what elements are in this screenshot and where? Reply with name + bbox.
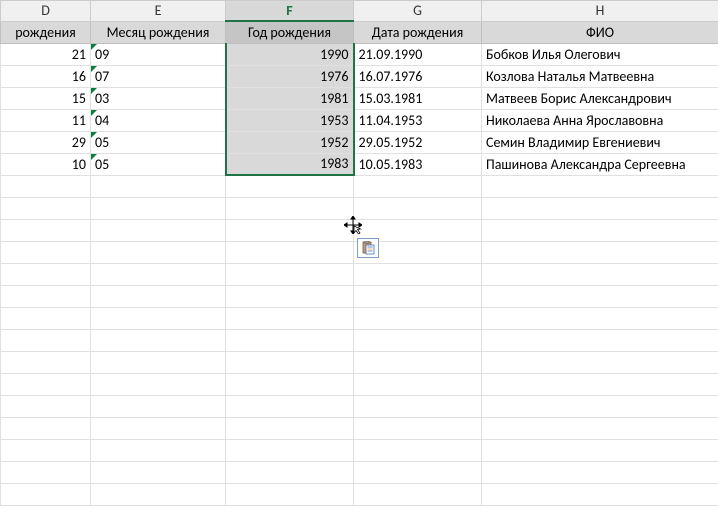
table-row: 15 03 1981 15.03.1981 Матвеев Борис Алек… bbox=[1, 87, 718, 109]
column-header-G[interactable]: G bbox=[354, 1, 482, 22]
table-row bbox=[1, 263, 718, 285]
cell[interactable]: 1983 bbox=[226, 153, 354, 175]
cell[interactable]: Николаева Анна Ярославовна bbox=[482, 109, 718, 131]
column-letter-row: D E F G H bbox=[1, 1, 718, 22]
column-header-E[interactable]: E bbox=[91, 1, 226, 22]
cell[interactable]: 16.07.1976 bbox=[354, 65, 482, 87]
table-row bbox=[1, 395, 718, 417]
cell[interactable]: 29 bbox=[1, 131, 91, 153]
cell[interactable]: 09 bbox=[91, 43, 226, 65]
cell[interactable]: 03 bbox=[91, 87, 226, 109]
cell[interactable]: Козлова Наталья Матвеевна bbox=[482, 65, 718, 87]
cell[interactable]: Семин Владимир Евгениевич bbox=[482, 131, 718, 153]
cell[interactable]: 05 bbox=[91, 153, 226, 175]
table-row bbox=[1, 417, 718, 439]
table-row bbox=[1, 483, 718, 505]
cell[interactable]: 29.05.1952 bbox=[354, 131, 482, 153]
cell[interactable]: 21.09.1990 bbox=[354, 43, 482, 65]
cell[interactable]: 1953 bbox=[226, 109, 354, 131]
header-D[interactable]: рождения bbox=[1, 21, 91, 43]
table-header-row: рождения Месяц рождения Год рождения Дат… bbox=[1, 21, 718, 43]
column-header-F[interactable]: F bbox=[226, 1, 354, 22]
cell[interactable]: 04 bbox=[91, 109, 226, 131]
cell[interactable]: 1952 bbox=[226, 131, 354, 153]
table-row: 16 07 1976 16.07.1976 Козлова Наталья Ма… bbox=[1, 65, 718, 87]
table-row bbox=[1, 439, 718, 461]
cell[interactable]: Бобков Илья Олегович bbox=[482, 43, 718, 65]
table-row bbox=[1, 285, 718, 307]
cell[interactable]: 1990 bbox=[226, 43, 354, 65]
table-row bbox=[1, 461, 718, 483]
header-F[interactable]: Год рождения bbox=[226, 21, 354, 43]
cell[interactable]: 1981 bbox=[226, 87, 354, 109]
table-row bbox=[1, 329, 718, 351]
cell[interactable]: 10 bbox=[1, 153, 91, 175]
column-header-D[interactable]: D bbox=[1, 1, 91, 22]
header-G[interactable]: Дата рождения bbox=[354, 21, 482, 43]
cell[interactable]: 11.04.1953 bbox=[354, 109, 482, 131]
table-row: 21 09 1990 21.09.1990 Бобков Илья Олегов… bbox=[1, 43, 718, 65]
table-row bbox=[1, 175, 718, 197]
cell[interactable]: 07 bbox=[91, 65, 226, 87]
table-row bbox=[1, 351, 718, 373]
cell[interactable]: 15.03.1981 bbox=[354, 87, 482, 109]
cell[interactable]: Пашинова Александра Сергеевна bbox=[482, 153, 718, 175]
cell[interactable]: 21 bbox=[1, 43, 91, 65]
header-H[interactable]: ФИО bbox=[482, 21, 718, 43]
table-row bbox=[1, 197, 718, 219]
table-row: 10 05 1983 10.05.1983 Пашинова Александр… bbox=[1, 153, 718, 175]
table-row bbox=[1, 373, 718, 395]
table-row: 29 05 1952 29.05.1952 Семин Владимир Евг… bbox=[1, 131, 718, 153]
cell[interactable]: 15 bbox=[1, 87, 91, 109]
header-E[interactable]: Месяц рождения bbox=[91, 21, 226, 43]
cell[interactable]: 10.05.1983 bbox=[354, 153, 482, 175]
table-row: 11 04 1953 11.04.1953 Николаева Анна Яро… bbox=[1, 109, 718, 131]
column-header-H[interactable]: H bbox=[482, 1, 718, 22]
cell[interactable]: 1976 bbox=[226, 65, 354, 87]
table-row bbox=[1, 307, 718, 329]
cell[interactable]: 11 bbox=[1, 109, 91, 131]
cell[interactable]: Матвеев Борис Александрович bbox=[482, 87, 718, 109]
cell[interactable]: 05 bbox=[91, 131, 226, 153]
paste-options-smarttag[interactable] bbox=[357, 238, 379, 258]
cell[interactable]: 16 bbox=[1, 65, 91, 87]
